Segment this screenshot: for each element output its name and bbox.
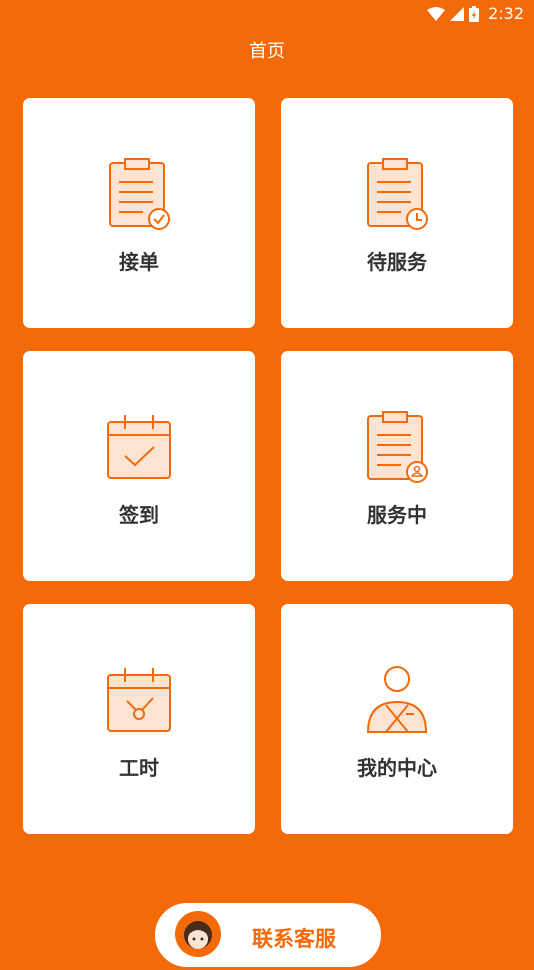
wifi-icon	[427, 6, 446, 21]
status-time: 2:32	[488, 4, 524, 23]
menu-label: 待服务	[367, 250, 427, 274]
menu-label: 我的中心	[357, 756, 437, 780]
menu-label: 签到	[119, 503, 159, 527]
clipboard-person-icon	[367, 411, 428, 483]
calendar-check-icon	[107, 415, 171, 479]
menu-card-in-service[interactable]: 服务中	[281, 351, 513, 581]
menu-card-accept-order[interactable]: 接单	[23, 98, 255, 328]
contact-service-label: 联系客服	[252, 927, 336, 951]
menu-card-pending-service[interactable]: 待服务	[281, 98, 513, 328]
menu-label: 工时	[119, 756, 159, 780]
menu-card-check-in[interactable]: 签到	[23, 351, 255, 581]
page-title: 首页	[249, 41, 285, 62]
calendar-clock-icon	[107, 668, 171, 732]
menu-card-my-center[interactable]: 我的中心	[281, 604, 513, 834]
status-bar: 2:32	[0, 0, 534, 28]
clipboard-clock-icon	[367, 158, 428, 230]
customer-service-avatar-icon	[175, 911, 221, 957]
user-icon	[366, 666, 428, 733]
battery-icon	[469, 5, 480, 22]
menu-card-work-hours[interactable]: 工时	[23, 604, 255, 834]
signal-icon	[450, 6, 465, 21]
menu-label: 接单	[119, 250, 159, 274]
menu-label: 服务中	[367, 503, 427, 527]
clipboard-check-icon	[109, 158, 170, 230]
contact-service-button[interactable]: 联系客服	[152, 900, 384, 970]
